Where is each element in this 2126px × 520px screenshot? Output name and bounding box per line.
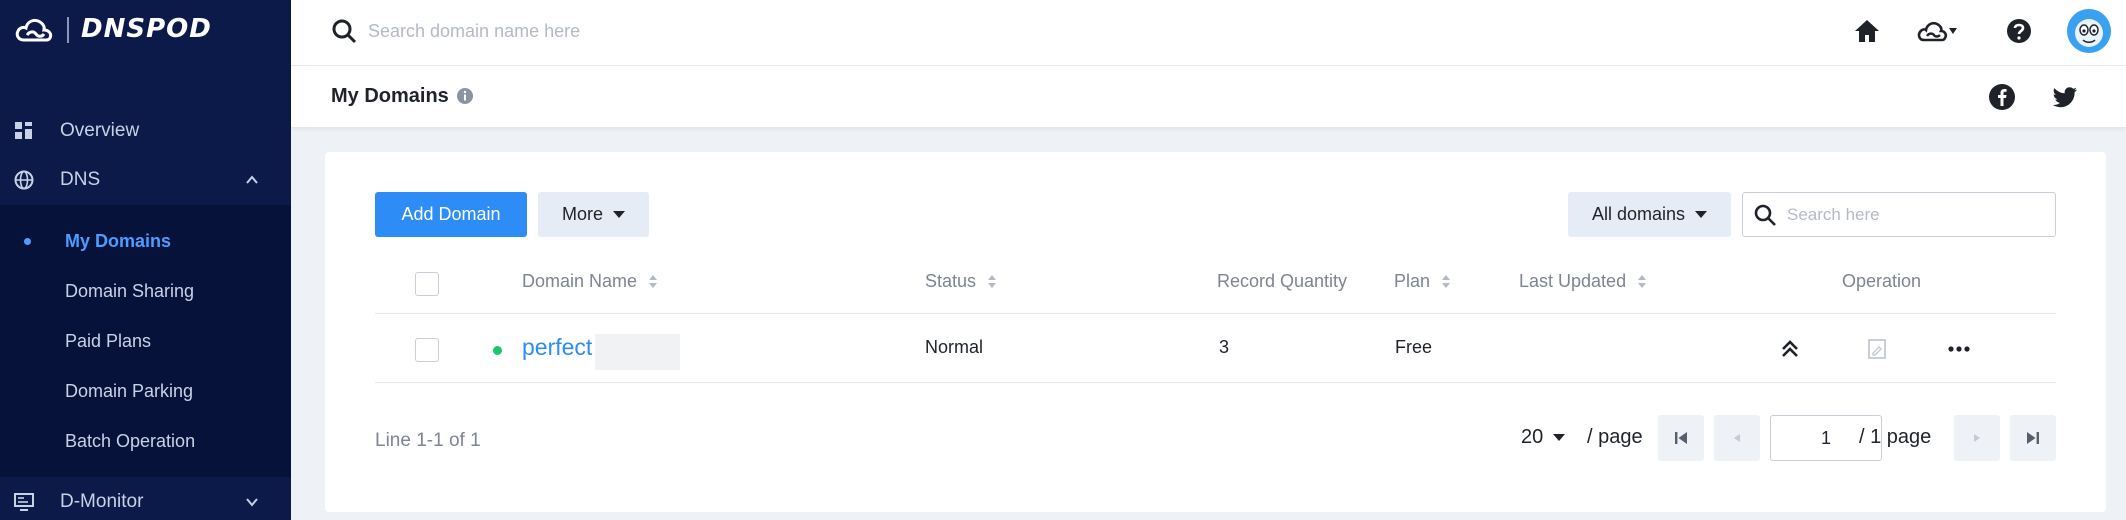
record-quantity: 3 <box>1219 337 1230 357</box>
sidebar-item-my-domains[interactable]: My Domains <box>0 217 291 265</box>
brand-name: DNSPOD <box>81 14 212 44</box>
sidebar-item-label: Overview <box>60 120 140 141</box>
column-header-domain-name[interactable]: Domain Name <box>522 271 658 292</box>
page-size-value: 20 <box>1521 426 1544 448</box>
sidebar-item-label: Domain Sharing <box>65 280 195 301</box>
sidebar-item-overview[interactable]: Overview <box>0 106 291 156</box>
sidebar-item-paid-plans[interactable]: Paid Plans <box>0 317 291 365</box>
page-title: My Domains <box>331 85 449 107</box>
caret-down-icon <box>613 211 625 218</box>
column-header-last-updated[interactable]: Last Updated <box>1519 271 1647 292</box>
page-size-select[interactable]: 20 <box>1521 426 1566 449</box>
logo-divider <box>67 17 69 43</box>
domain-plan: Free <box>1395 337 1433 357</box>
more-actions-icon[interactable] <box>1946 336 1972 362</box>
chevron-up-icon <box>246 175 258 184</box>
avatar[interactable] <box>2066 8 2112 54</box>
cloud-icon[interactable] <box>1916 16 1958 46</box>
first-page-icon <box>1675 432 1687 444</box>
monitor-icon <box>14 492 34 511</box>
info-icon[interactable] <box>456 87 474 105</box>
prev-page-icon <box>1734 434 1740 442</box>
per-page-label: / page <box>1587 426 1643 448</box>
prev-page-button[interactable] <box>1714 415 1760 461</box>
sidebar-item-label: DNS <box>60 169 101 190</box>
last-page-button[interactable] <box>2010 415 2056 461</box>
column-header-operation: Operation <box>1842 271 1922 291</box>
column-header-plan[interactable]: Plan <box>1394 271 1451 292</box>
sidebar-item-label: D-Monitor <box>60 490 144 512</box>
more-label: More <box>561 204 603 224</box>
column-header-record-quantity: Record Quantity <box>1217 271 1348 291</box>
table-search-box[interactable] <box>1742 192 2056 237</box>
sidebar-item-label: Paid Plans <box>65 330 152 351</box>
search-icon <box>1754 204 1776 226</box>
row-divider <box>375 382 2056 383</box>
table-search-input[interactable] <box>1787 201 2047 229</box>
logo[interactable]: DNSPOD <box>0 0 291 61</box>
home-icon[interactable] <box>1852 16 1882 46</box>
page-header: My Domains <box>291 66 2126 127</box>
status-normal-dot <box>493 346 502 355</box>
help-icon[interactable] <box>2004 16 2034 46</box>
sort-icon[interactable] <box>988 275 997 288</box>
chevron-down-icon <box>246 497 258 507</box>
domain-filter-dropdown[interactable]: All domains <box>1568 192 1731 237</box>
sidebar-item-domain-sharing[interactable]: Domain Sharing <box>0 267 291 315</box>
domain-search-input[interactable] <box>368 16 968 46</box>
last-page-icon <box>2027 432 2039 444</box>
add-domain-button[interactable]: Add Domain <box>375 192 527 237</box>
sidebar: DNSPOD Overview DNS My Domains Domain Sh… <box>0 0 291 520</box>
total-count-text: Line 1-1 of 1 <box>375 430 481 451</box>
sort-icon[interactable] <box>1638 275 1647 288</box>
edit-record-icon[interactable] <box>1864 336 1890 362</box>
upgrade-icon[interactable] <box>1777 336 1803 362</box>
domain-name-link[interactable]: perfect <box>522 334 592 361</box>
twitter-icon[interactable] <box>2051 83 2079 111</box>
sort-icon[interactable] <box>1442 275 1451 288</box>
dns-submenu: My Domains Domain Sharing Paid Plans Dom… <box>0 205 291 477</box>
row-checkbox[interactable] <box>415 338 439 362</box>
next-page-button[interactable] <box>1954 415 2000 461</box>
sidebar-item-batch-operation[interactable]: Batch Operation <box>0 417 291 465</box>
select-all-checkbox[interactable] <box>415 272 439 296</box>
sidebar-item-d-monitor[interactable]: D-Monitor <box>0 477 291 520</box>
cloud-logo-icon <box>15 18 53 42</box>
globe-icon <box>14 170 34 190</box>
sidebar-item-domain-parking[interactable]: Domain Parking <box>0 367 291 415</box>
next-page-icon <box>1974 434 1980 442</box>
filter-label: All domains <box>1591 204 1686 224</box>
caret-down-icon <box>1695 211 1708 218</box>
domain-status: Normal <box>925 337 984 357</box>
sort-icon[interactable] <box>649 275 658 288</box>
sidebar-item-label: Domain Parking <box>65 380 194 401</box>
sidebar-item-label: Batch Operation <box>65 430 196 451</box>
top-bar <box>291 0 2126 66</box>
header-divider <box>375 313 2056 314</box>
more-dropdown-button[interactable]: More <box>538 192 649 237</box>
domains-card: Add Domain More All domains Domain Name … <box>325 152 2106 512</box>
search-icon <box>332 19 357 44</box>
redacted-domain-part <box>595 334 680 370</box>
sidebar-item-label: My Domains <box>65 230 172 251</box>
total-pages-label: / 1 page <box>1859 426 1932 448</box>
column-header-status[interactable]: Status <box>925 271 997 292</box>
sidebar-item-dns[interactable]: DNS <box>0 155 291 205</box>
active-indicator <box>24 237 31 245</box>
caret-down-icon <box>1553 434 1566 441</box>
first-page-button[interactable] <box>1658 415 1704 461</box>
facebook-icon[interactable] <box>1988 83 2016 111</box>
dashboard-icon <box>15 122 32 139</box>
